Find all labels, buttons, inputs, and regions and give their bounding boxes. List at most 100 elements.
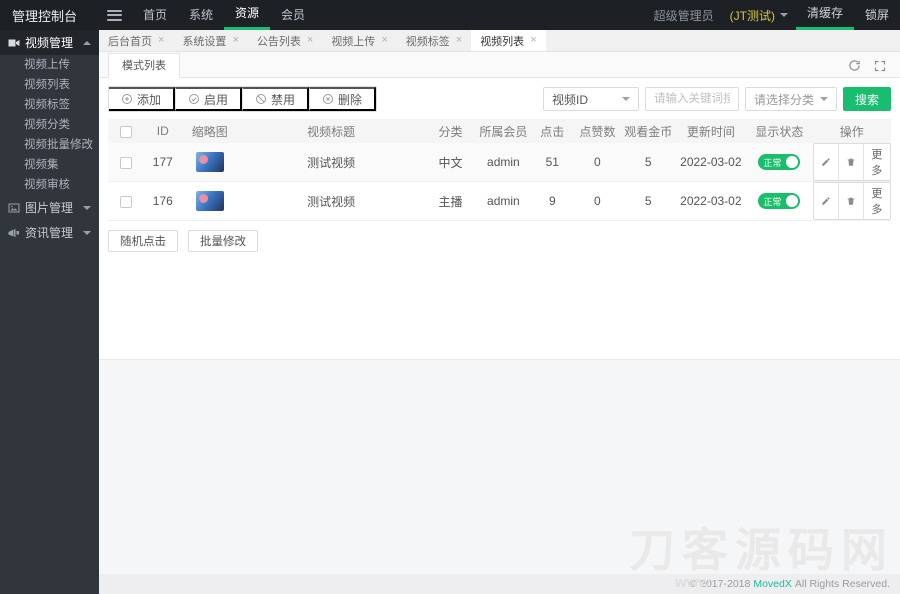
version-dropdown[interactable]: (JT测试): [722, 7, 796, 24]
nav-system[interactable]: 系统: [178, 0, 224, 30]
edit-button[interactable]: [813, 183, 838, 219]
table-header-row: ID 缩略图 视频标题 分类 所属会员 点击 点赞数 观看金币 更新时间 显示状…: [108, 119, 891, 143]
topbar: 管理控制台 首页 系统 资源 会员 超级管理员 (JT测试) 清缓存 锁屏: [0, 0, 900, 30]
chevron-down-icon: [83, 205, 91, 210]
enable-button[interactable]: 启用: [175, 87, 243, 111]
panel-icons: [848, 59, 900, 77]
chevron-down-icon: [83, 230, 91, 235]
close-icon[interactable]: ×: [307, 35, 313, 46]
cell-id: 176: [143, 181, 183, 221]
cell-title: 测试视频: [237, 143, 426, 182]
close-icon[interactable]: ×: [456, 35, 462, 46]
cell-clicks: 9: [530, 181, 574, 221]
col-header-status: 显示状态: [746, 119, 813, 143]
delete-row-button[interactable]: [837, 183, 863, 219]
tab-dashboard[interactable]: 后台首页 ×: [99, 30, 173, 51]
random-clicks-button[interactable]: 随机点击: [108, 230, 178, 252]
pencil-icon: [821, 197, 830, 205]
sidebar-item-video-upload[interactable]: 视频上传: [0, 55, 99, 75]
delete-row-button[interactable]: [837, 144, 863, 180]
col-header-updated: 更新时间: [675, 119, 747, 143]
delete-button[interactable]: 删除: [309, 87, 377, 111]
status-toggle[interactable]: 正常: [758, 193, 801, 209]
row-checkbox[interactable]: [119, 195, 132, 208]
sidebar-group-images[interactable]: 图片管理: [0, 195, 99, 220]
tab-announcement-list[interactable]: 公告列表 ×: [248, 30, 322, 51]
cell-coins: 5: [620, 143, 676, 182]
close-icon[interactable]: ×: [530, 35, 536, 46]
nav-members[interactable]: 会员: [270, 0, 316, 30]
action-button-group: 添加 启用 禁用 删除: [108, 86, 378, 112]
edit-button[interactable]: [813, 144, 838, 180]
close-icon[interactable]: ×: [158, 35, 164, 46]
clear-cache-button[interactable]: 清缓存: [795, 0, 854, 30]
col-header-member: 所属会员: [475, 119, 531, 143]
tab-video-list[interactable]: 视频列表 ×: [471, 30, 546, 51]
sidebar-item-video-collection[interactable]: 视频集: [0, 155, 99, 175]
sidebar-item-video-batch-edit[interactable]: 视频批量修改: [0, 135, 99, 155]
footer: © 2017-2018 MovedX All Rights Reserved.: [99, 574, 900, 594]
row-actions: 更多: [812, 143, 891, 181]
check-circle-icon: [189, 94, 200, 104]
sidebar-item-video-review[interactable]: 视频审核: [0, 175, 99, 195]
select-all-checkbox[interactable]: [119, 125, 132, 138]
sidebar-group-label: 视频管理: [25, 36, 74, 50]
close-circle-icon: [323, 94, 334, 104]
topbar-right: 超级管理员 (JT测试) 清缓存 锁屏: [646, 0, 900, 30]
col-header-actions: 操作: [812, 119, 891, 143]
row-actions: 更多: [812, 182, 891, 220]
toolbar: 添加 启用 禁用 删除 视频ID 请输入关键词搜索 请选择分类 搜索: [108, 86, 891, 112]
table-row: 177 测试视频 中文 admin 51 0 5 2022-03-02 正常 更…: [108, 143, 891, 182]
status-toggle[interactable]: 正常: [758, 154, 801, 170]
fullscreen-icon[interactable]: [874, 60, 886, 72]
lock-screen-button[interactable]: 锁屏: [854, 0, 900, 30]
cell-id: 177: [143, 143, 183, 182]
search-button[interactable]: 搜索: [842, 87, 891, 111]
col-header-id: ID: [143, 119, 183, 143]
brand-link[interactable]: MovedX: [753, 578, 792, 590]
refresh-icon[interactable]: [848, 59, 861, 72]
disable-button[interactable]: 禁用: [242, 87, 310, 111]
batch-modify-button[interactable]: 批量修改: [188, 230, 258, 252]
sidebar-group-news[interactable]: 资讯管理: [0, 220, 99, 245]
sidebar-group-video[interactable]: 视频管理: [0, 30, 99, 55]
cell-updated: 2022-03-02: [675, 181, 747, 221]
close-icon[interactable]: ×: [381, 35, 387, 46]
sidebar-group-label: 资讯管理: [25, 226, 74, 240]
trash-icon: [847, 158, 854, 166]
video-table: ID 缩略图 视频标题 分类 所属会员 点击 点赞数 观看金币 更新时间 显示状…: [108, 119, 891, 221]
tab-video-upload[interactable]: 视频上传 ×: [322, 30, 396, 51]
subtab-mode-list[interactable]: 模式列表: [108, 53, 180, 78]
sidebar-item-video-list[interactable]: 视频列表: [0, 75, 99, 95]
trash-icon: [847, 197, 854, 205]
bottom-button-row: 随机点击 批量修改: [108, 230, 891, 252]
add-button[interactable]: 添加: [109, 87, 176, 111]
content-panel: 添加 启用 禁用 删除 视频ID 请输入关键词搜索 请选择分类 搜索 ID 缩略…: [99, 78, 900, 360]
nav-resources[interactable]: 资源: [224, 0, 271, 30]
more-button[interactable]: 更多: [862, 144, 890, 180]
close-icon[interactable]: ×: [232, 35, 238, 46]
video-icon: [8, 39, 20, 46]
cell-likes: 0: [573, 181, 621, 221]
row-checkbox[interactable]: [119, 156, 132, 169]
sidebar-item-video-tags[interactable]: 视频标签: [0, 95, 99, 115]
top-nav: 首页 系统 资源 会员: [132, 0, 316, 30]
cell-category: 中文: [425, 143, 476, 182]
chevron-down-icon: [779, 13, 788, 17]
category-select[interactable]: 请选择分类: [744, 87, 837, 111]
tab-system-settings[interactable]: 系统设置 ×: [173, 30, 247, 51]
chevron-down-icon: [819, 97, 828, 101]
search-field-select[interactable]: 视频ID: [542, 87, 639, 111]
more-button[interactable]: 更多: [862, 183, 890, 219]
keyword-input[interactable]: [644, 87, 739, 111]
sidebar-item-video-categories[interactable]: 视频分类: [0, 115, 99, 135]
cell-coins: 5: [620, 181, 676, 221]
sidebar: 视频管理 视频上传 视频列表 视频标签 视频分类 视频批量修改 视频集 视频审核…: [0, 30, 99, 594]
cell-likes: 0: [573, 143, 621, 182]
cell-clicks: 51: [530, 143, 574, 182]
nav-home[interactable]: 首页: [132, 0, 178, 30]
sidebar-toggle-icon[interactable]: [107, 9, 122, 21]
plus-circle-icon: [122, 94, 132, 104]
tab-video-tags[interactable]: 视频标签 ×: [397, 30, 471, 51]
table-row: 176 测试视频 主播 admin 9 0 5 2022-03-02 正常 更多: [108, 181, 891, 221]
